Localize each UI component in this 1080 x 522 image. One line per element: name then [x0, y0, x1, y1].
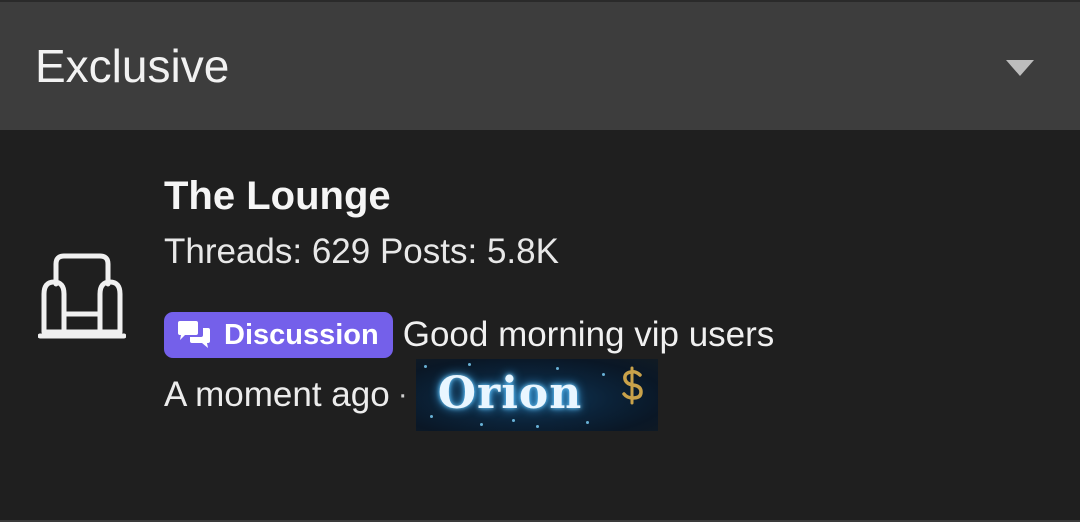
caret-down-icon [1006, 60, 1034, 76]
forum-screen: Exclusive The Lounge Threads: 629 Posts:… [0, 0, 1080, 522]
latest-thread-title[interactable]: Good morning vip users [403, 312, 775, 358]
chat-bubbles-icon [178, 321, 210, 348]
armchair-icon [38, 253, 126, 339]
username[interactable]: Orion [438, 365, 583, 423]
node-stats: Threads: 629 Posts: 5.8K [164, 232, 559, 271]
forum-node: The Lounge Threads: 629 Posts: 5.8K Disc… [0, 130, 1080, 522]
username-banner[interactable]: Orion [415, 359, 658, 431]
prefix-label: Discussion [224, 318, 379, 351]
category-title[interactable]: Exclusive [35, 38, 229, 94]
category-header[interactable]: Exclusive [0, 0, 1080, 130]
latest-thread: Discussion Good morning vip users [164, 312, 774, 358]
node-title[interactable]: The Lounge [164, 172, 391, 220]
prefix-badge-discussion[interactable]: Discussion [164, 312, 393, 358]
latest-time[interactable]: A moment ago [164, 373, 390, 417]
latest-meta: A moment ago · Orion [164, 359, 658, 431]
dollar-sign-icon [621, 366, 643, 405]
meta-separator: · [397, 378, 408, 411]
collapse-toggle[interactable] [996, 48, 1044, 88]
